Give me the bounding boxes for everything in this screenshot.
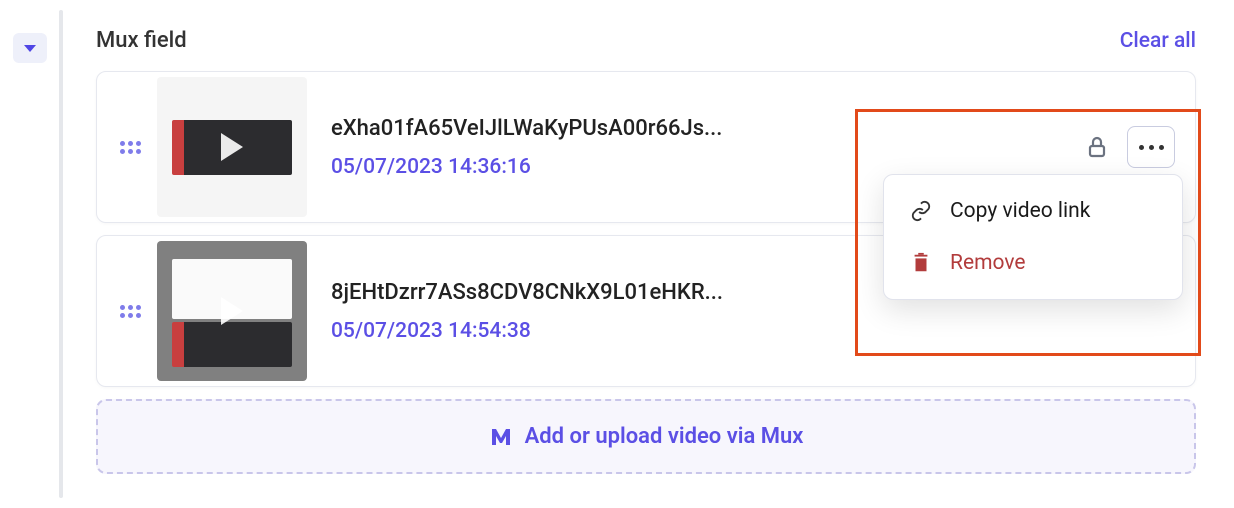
trash-icon bbox=[910, 252, 932, 274]
drag-handle-icon[interactable] bbox=[117, 134, 143, 160]
lock-icon bbox=[1085, 134, 1109, 160]
play-icon bbox=[221, 297, 243, 325]
collapse-toggle[interactable] bbox=[13, 33, 47, 63]
upload-label: Add or upload video via Mux bbox=[525, 424, 804, 449]
add-or-upload-button[interactable]: Add or upload video via Mux bbox=[96, 399, 1196, 474]
clear-all-link[interactable]: Clear all bbox=[1120, 29, 1196, 53]
video-timestamp: 05/07/2023 14:54:38 bbox=[331, 319, 1175, 343]
drag-handle-icon[interactable] bbox=[117, 298, 143, 324]
copy-link-label: Copy video link bbox=[950, 199, 1090, 223]
remove-item[interactable]: Remove bbox=[884, 237, 1182, 289]
video-card: eXha01fA65VeIJlLWaKyPUsA00r66Js... 05/07… bbox=[96, 71, 1196, 223]
copy-video-link-item[interactable]: Copy video link bbox=[884, 185, 1182, 237]
actions-popover: Copy video link Remove bbox=[883, 174, 1183, 300]
remove-label: Remove bbox=[950, 251, 1026, 275]
video-thumbnail[interactable] bbox=[157, 77, 307, 217]
video-id-label: 8jEHtDzrr7ASs8CDV8CNkX9L01eHKR... bbox=[331, 280, 891, 305]
vertical-divider bbox=[59, 10, 63, 498]
chevron-down-icon bbox=[24, 45, 36, 52]
link-icon bbox=[910, 200, 932, 222]
field-title: Mux field bbox=[96, 28, 187, 53]
video-thumbnail[interactable] bbox=[157, 241, 307, 381]
mux-logo-icon bbox=[489, 425, 513, 449]
video-id-label: eXha01fA65VeIJlLWaKyPUsA00r66Js... bbox=[331, 116, 891, 141]
more-actions-button[interactable] bbox=[1127, 126, 1175, 168]
play-icon bbox=[221, 133, 243, 161]
